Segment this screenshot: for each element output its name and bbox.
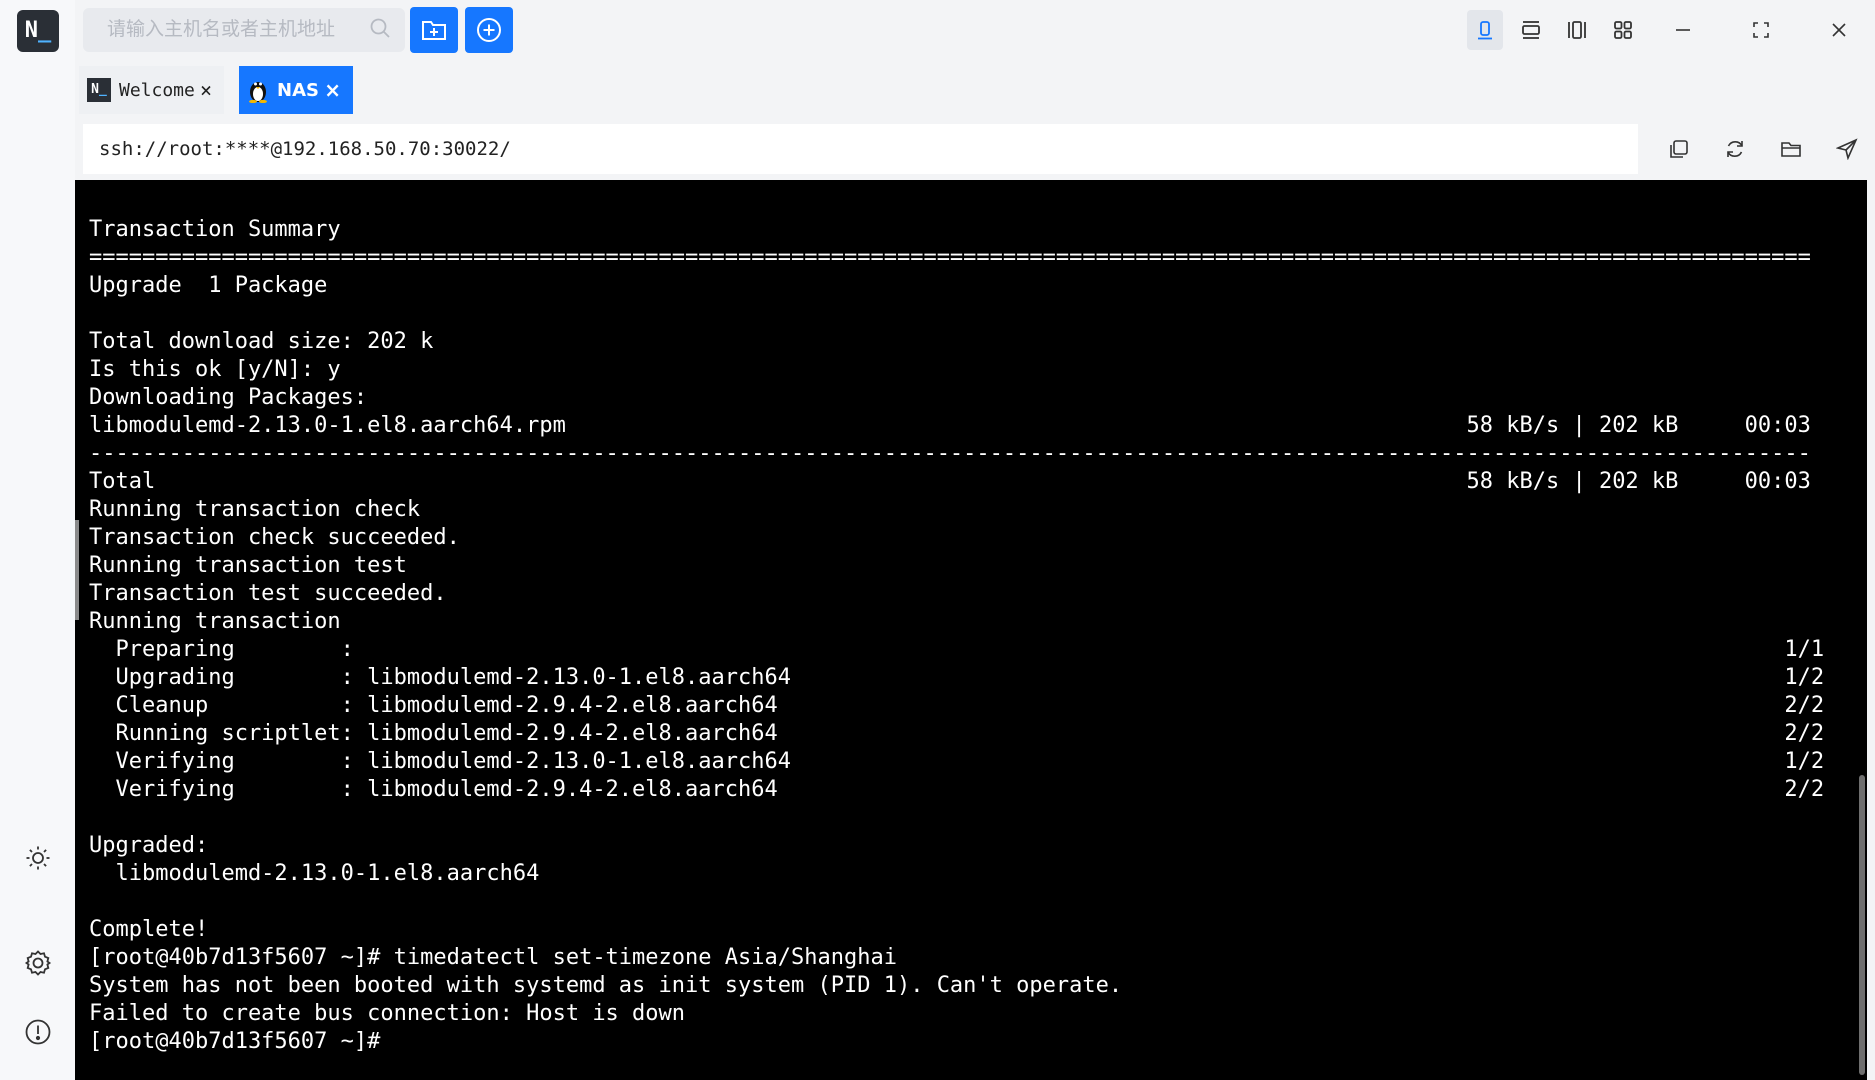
layout-grid-icon xyxy=(1614,21,1632,39)
terminal-output: Transaction Summary =====================… xyxy=(89,216,1824,1056)
terminal-line: Upgrading : libmodulemd-2.13.0-1.el8.aar… xyxy=(89,665,1825,690)
close-tab-icon[interactable]: × xyxy=(196,80,216,100)
terminal-line: Running transaction xyxy=(89,609,341,634)
terminal-line: Running transaction test xyxy=(89,553,407,578)
terminal-line: Verifying : libmodulemd-2.9.4-2.el8.aarc… xyxy=(89,777,1825,802)
linux-penguin-icon xyxy=(247,77,269,103)
layout-single-button[interactable] xyxy=(1467,10,1503,50)
sftp-folder-button[interactable] xyxy=(1773,131,1809,167)
terminal-line: Failed to create bus connection: Host is… xyxy=(89,1001,686,1026)
terminal-line: Verifying : libmodulemd-2.13.0-1.el8.aar… xyxy=(89,749,1825,774)
terminal-line: Total 58 kB/s | 202 kB 00:03 xyxy=(89,469,1811,494)
copy-icon xyxy=(1670,140,1688,158)
connection-address[interactable]: ssh://root:****@192.168.50.70:30022/ xyxy=(83,124,1638,174)
tab-label: Welcome xyxy=(119,79,195,101)
send-icon xyxy=(1836,138,1858,160)
terminal-line: [root@40b7d13f5607 ~]# xyxy=(89,1029,381,1054)
add-host-button[interactable] xyxy=(465,7,513,53)
app-logo-icon[interactable]: N_ xyxy=(17,10,59,52)
send-button[interactable] xyxy=(1829,131,1865,167)
close-icon xyxy=(1832,23,1846,37)
terminal-line: Upgrade 1 Package xyxy=(89,273,328,298)
about-info-icon[interactable] xyxy=(18,1012,58,1052)
terminal-line: libmodulemd-2.13.0-1.el8.aarch64.rpm 58 … xyxy=(89,413,1811,438)
terminal-pane[interactable]: Transaction Summary =====================… xyxy=(75,180,1867,1080)
address-toolbar xyxy=(1661,124,1865,174)
terminal-line: ========================================… xyxy=(89,245,1811,270)
search-icon[interactable] xyxy=(369,17,391,44)
minimize-button[interactable] xyxy=(1665,10,1701,50)
terminal-line: Downloading Packages: xyxy=(89,385,368,410)
terminal-line: Preparing : 1/1 xyxy=(89,637,1825,662)
settings-gear-icon[interactable] xyxy=(18,943,58,983)
folder-plus-icon xyxy=(422,21,446,40)
maximize-button[interactable] xyxy=(1743,10,1779,50)
minimize-icon xyxy=(1676,29,1690,31)
terminal-line: ----------------------------------------… xyxy=(89,441,1811,466)
theme-sun-icon[interactable] xyxy=(18,838,58,878)
layout-columns-button[interactable] xyxy=(1559,10,1595,50)
terminal-line: Cleanup : libmodulemd-2.9.4-2.el8.aarch6… xyxy=(89,693,1825,718)
layout-rows-icon xyxy=(1522,21,1540,39)
window-edge xyxy=(1867,0,1875,1080)
terminal-line: Complete! xyxy=(89,917,209,942)
terminal-line: Is this ok [y/N]: y xyxy=(89,357,341,382)
terminal-line: Transaction Summary xyxy=(89,217,341,242)
address-bar: ssh://root:****@192.168.50.70:30022/ xyxy=(75,120,1875,178)
terminal-line: Transaction test succeeded. xyxy=(89,581,447,606)
terminal-line: Running transaction check xyxy=(89,497,421,522)
maximize-icon xyxy=(1753,22,1769,38)
host-search-box[interactable] xyxy=(83,8,405,52)
folder-icon xyxy=(1781,142,1801,157)
new-folder-button[interactable] xyxy=(410,7,458,53)
terminal-line: System has not been booted with systemd … xyxy=(89,973,1123,998)
tab-welcome[interactable]: N_ Welcome × xyxy=(79,66,224,114)
terminal-line: Total download size: 202 k xyxy=(89,329,434,354)
terminal-scroll-thumb[interactable] xyxy=(1859,775,1865,1075)
plus-circle-icon xyxy=(477,18,501,42)
terminal-line: Transaction check succeeded. xyxy=(89,525,460,550)
refresh-icon xyxy=(1727,140,1743,158)
tab-nas[interactable]: NAS × xyxy=(239,66,353,114)
host-search-input[interactable] xyxy=(105,18,369,42)
close-window-button[interactable] xyxy=(1821,10,1857,50)
layout-single-icon xyxy=(1478,21,1492,40)
top-bar xyxy=(75,0,1875,60)
copy-button[interactable] xyxy=(1661,131,1697,167)
tab-bar: N_ Welcome × NAS × xyxy=(75,60,1875,120)
reconnect-button[interactable] xyxy=(1717,131,1753,167)
terminal-line: libmodulemd-2.13.0-1.el8.aarch64 xyxy=(89,861,540,886)
layout-columns-icon xyxy=(1568,21,1586,39)
app-logo-icon: N_ xyxy=(87,78,111,102)
terminal-scrollbar[interactable] xyxy=(1857,180,1867,1080)
layout-rows-button[interactable] xyxy=(1513,10,1549,50)
left-rail: N_ xyxy=(0,0,75,1080)
terminal-line: [root@40b7d13f5607 ~]# timedatectl set-t… xyxy=(89,945,897,970)
layout-grid-button[interactable] xyxy=(1605,10,1641,50)
terminal-line: Upgraded: xyxy=(89,833,209,858)
terminal-line: Running scriptlet: libmodulemd-2.9.4-2.e… xyxy=(89,721,1825,746)
window-controls xyxy=(1467,10,1857,50)
tab-label: NAS xyxy=(277,79,319,101)
sidebar-resize-handle[interactable] xyxy=(75,520,79,620)
close-tab-icon[interactable]: × xyxy=(320,80,345,100)
